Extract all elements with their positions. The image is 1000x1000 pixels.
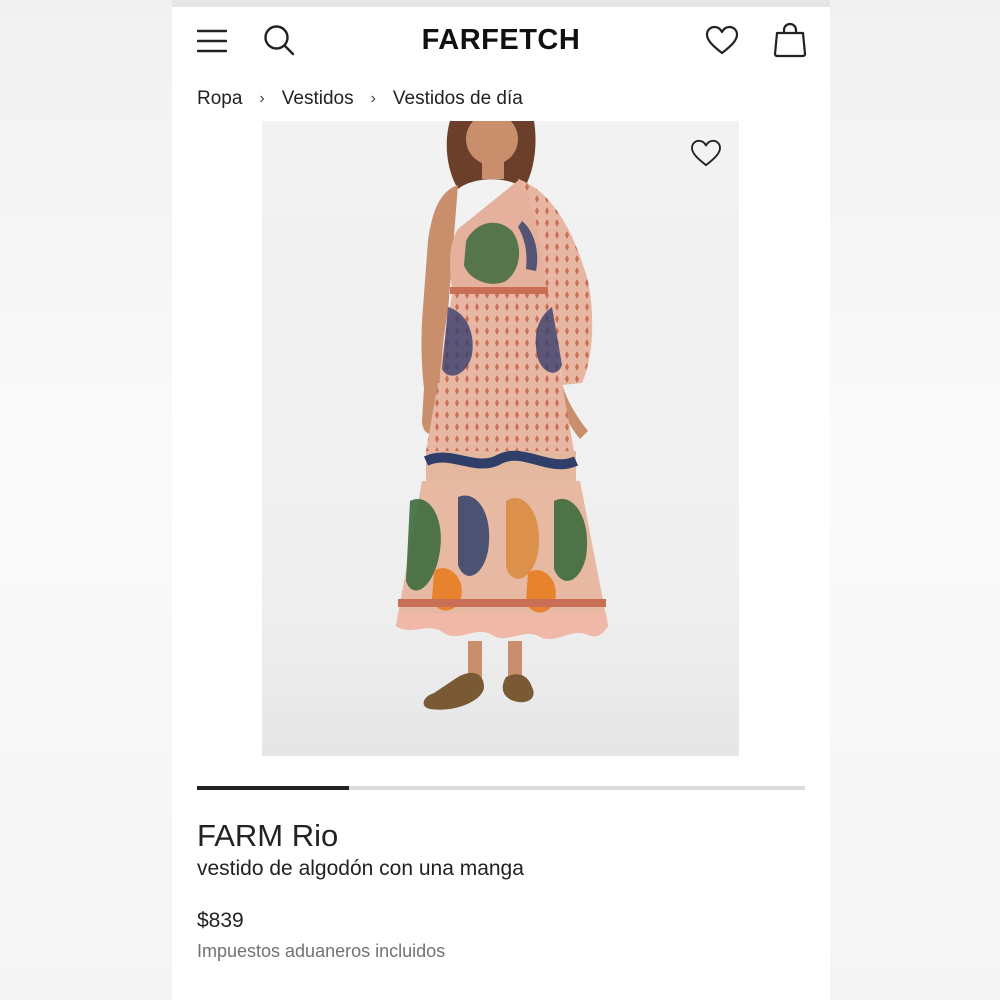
background-left [0, 0, 172, 1000]
hamburger-menu-icon [197, 29, 227, 53]
product-photo [262, 121, 739, 756]
breadcrumb-separator: › [370, 90, 376, 107]
breadcrumb-item-vestidos-de-dia[interactable]: Vestidos de día [393, 88, 523, 110]
product-price: $839 [197, 909, 244, 932]
breadcrumb-item-vestidos[interactable]: Vestidos [282, 88, 354, 110]
search-icon [264, 25, 295, 56]
gallery-progress-indicator [197, 786, 349, 790]
shopping-bag-button[interactable] [770, 19, 810, 61]
product-name: vestido de algodón con una manga [197, 857, 524, 880]
heart-icon [691, 139, 721, 167]
search-button[interactable] [260, 21, 298, 59]
menu-button[interactable] [194, 23, 230, 59]
tax-note: Impuestos aduaneros incluidos [197, 941, 446, 961]
heart-icon [705, 25, 739, 55]
image-gallery-progress[interactable] [197, 786, 805, 790]
wishlist-button[interactable] [702, 21, 742, 59]
shopping-bag-icon [773, 22, 807, 58]
breadcrumb-item-ropa[interactable]: Ropa [197, 88, 242, 110]
header: FARFETCH [172, 7, 830, 75]
background-right [830, 0, 1000, 1000]
status-strip [172, 0, 830, 7]
farfetch-logo[interactable]: FARFETCH [372, 24, 630, 57]
product-image[interactable] [262, 121, 739, 756]
breadcrumb-separator: › [259, 90, 265, 107]
breadcrumb: Ropa › Vestidos › Vestidos de día [197, 86, 523, 112]
app-screen: FARFETCH Ropa › Vestidos › Vestidos de d… [172, 0, 830, 1000]
add-to-wishlist-button[interactable] [689, 137, 723, 169]
product-brand[interactable]: FARM Rio [197, 818, 338, 854]
